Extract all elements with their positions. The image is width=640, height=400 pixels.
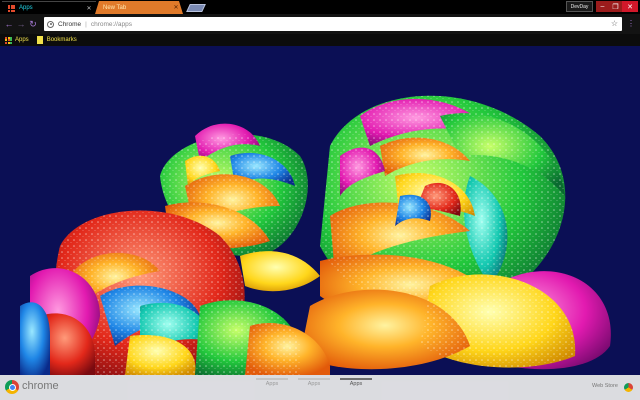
folder-icon xyxy=(36,36,43,44)
new-tab-button[interactable] xyxy=(186,4,206,12)
page-switcher-apps-1[interactable]: Apps xyxy=(254,378,290,387)
far-left-petals xyxy=(20,268,100,375)
chrome-page-icon xyxy=(47,20,54,28)
address-bar[interactable]: Chrome | chrome://apps ☆ xyxy=(44,17,622,31)
close-icon[interactable]: ✕ xyxy=(172,4,180,11)
wallpaper-image xyxy=(0,46,640,375)
profile-button[interactable]: DevDay xyxy=(566,1,593,12)
rainbow-roses-illustration xyxy=(0,46,640,375)
toolbar: ← → ↻ Chrome | chrome://apps ☆ ⋮ xyxy=(0,14,640,34)
forward-arrow-icon[interactable]: → xyxy=(15,18,27,30)
minimize-icon[interactable]: – xyxy=(596,1,609,12)
page-switcher-apps-2[interactable]: Apps xyxy=(296,378,332,387)
bookmark-apps-link[interactable]: Apps xyxy=(15,37,29,43)
close-window-icon[interactable]: ✕ xyxy=(622,1,638,12)
page-switcher-apps-3[interactable]: Apps xyxy=(338,378,374,387)
tab-apps[interactable]: Apps ✕ xyxy=(2,1,96,14)
kebab-menu-icon[interactable]: ⋮ xyxy=(626,19,636,29)
maximize-icon[interactable]: ❐ xyxy=(609,1,622,12)
omnibox-url[interactable]: chrome://apps xyxy=(91,21,132,28)
tab-new-tab[interactable]: New Tab ✕ xyxy=(95,1,183,14)
ntp-bottom-bar: chrome Apps Apps Apps Web Store xyxy=(0,375,640,400)
apps-grid-icon xyxy=(8,4,15,12)
apps-grid-icon[interactable] xyxy=(5,36,12,44)
omnibox-separator: | xyxy=(85,20,87,28)
tab-label: Apps xyxy=(19,5,33,11)
web-store-icon[interactable] xyxy=(624,383,633,392)
omnibox-site-label: Chrome xyxy=(58,20,82,28)
back-arrow-icon[interactable]: ← xyxy=(3,18,15,30)
bookmark-folder-link[interactable]: Bookmarks xyxy=(47,37,77,43)
tab-label: New Tab xyxy=(103,4,127,11)
tab-strip: Apps ✕ New Tab ✕ DevDay – ❐ ✕ xyxy=(0,0,640,14)
bookmark-star-icon[interactable]: ☆ xyxy=(611,19,618,28)
chrome-wordmark: chrome xyxy=(22,380,59,392)
bookmarks-bar: Apps Bookmarks xyxy=(0,34,640,46)
web-store-link[interactable]: Web Store xyxy=(592,383,618,389)
close-icon[interactable]: ✕ xyxy=(85,5,93,12)
chrome-logo-icon xyxy=(5,380,19,394)
reload-icon[interactable]: ↻ xyxy=(27,18,39,30)
